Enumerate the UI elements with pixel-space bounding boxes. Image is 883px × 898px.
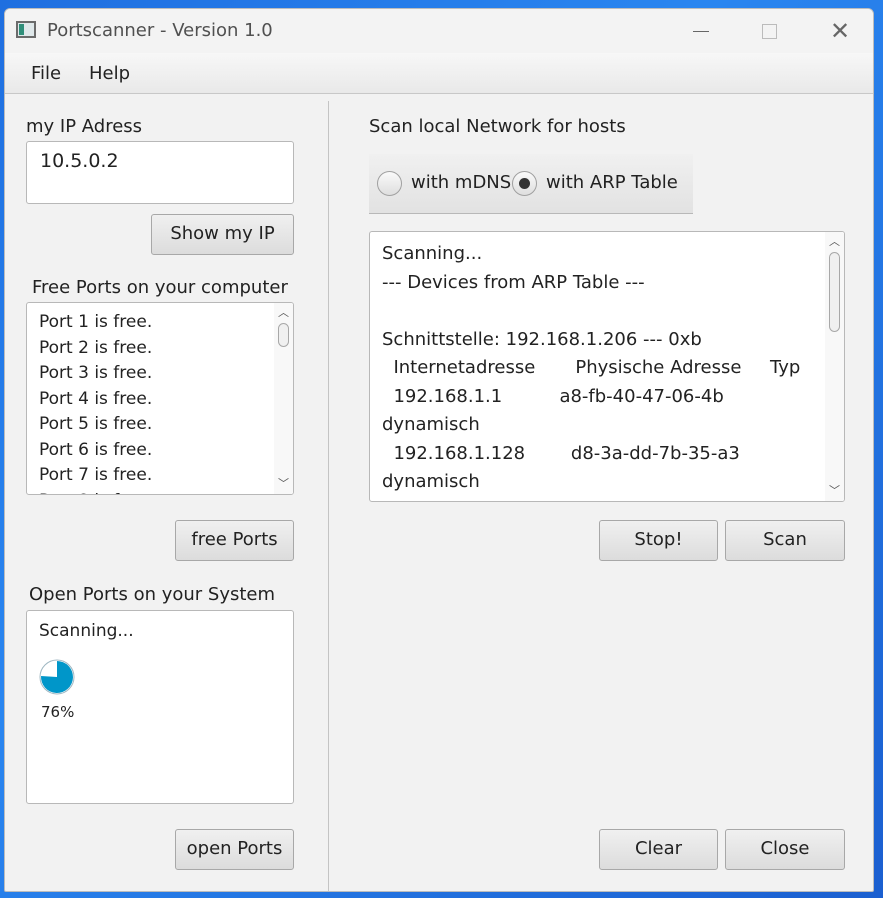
menu-bar: File Help [5, 53, 873, 94]
menu-file[interactable]: File [31, 63, 61, 84]
close-icon: ✕ [829, 17, 851, 45]
list-item[interactable]: Port 7 is free. [39, 463, 281, 489]
scan-output[interactable]: Scanning... --- Devices from ARP Table --… [369, 231, 845, 502]
scan-button[interactable]: Scan [725, 520, 845, 561]
show-ip-button[interactable]: Show my IP [151, 214, 294, 255]
list-item[interactable]: Port 3 is free. [39, 361, 281, 387]
close-window-button[interactable]: ✕ [820, 17, 860, 45]
output-line: 192.168.1.1 a8-fb-40-47-06-4b [382, 385, 724, 407]
free-ports-list[interactable]: Port 1 is free. Port 2 is free. Port 3 is … [26, 302, 294, 495]
open-ports-label: Open Ports on your System [29, 584, 276, 605]
close-button[interactable]: Close [725, 829, 845, 870]
scroll-thumb[interactable] [829, 252, 840, 332]
scan-output-lines: Scanning... --- Devices from ARP Table --… [370, 232, 844, 497]
output-line: Scanning... [382, 243, 483, 264]
list-item[interactable]: Port 5 is free. [39, 412, 281, 438]
minimize-button[interactable] [681, 17, 721, 45]
radio-selected-dot [519, 178, 530, 189]
open-ports-status: Scanning... [39, 621, 134, 641]
output-line: Internetadresse Physische Adresse Typ [382, 357, 801, 378]
radio-mdns-label[interactable]: with mDNS [411, 172, 511, 193]
free-ports-button[interactable]: free Ports [175, 520, 294, 561]
scan-output-scrollbar[interactable]: ︿ ﹀ [825, 232, 844, 501]
app-icon [16, 21, 36, 38]
output-line: 192.168.1.128 d8-3a-dd-7b-35-a3 [382, 442, 740, 464]
maximize-icon [762, 24, 777, 39]
scroll-down-icon[interactable]: ﹀ [825, 483, 844, 499]
progress-text: 76% [41, 703, 75, 721]
panel-divider [328, 101, 329, 891]
radio-mdns[interactable] [377, 171, 402, 196]
list-item[interactable]: Port 4 is free. [39, 387, 281, 413]
list-item[interactable]: Port 1 is free. [39, 310, 281, 336]
progress-pie [39, 659, 75, 695]
menu-help[interactable]: Help [89, 63, 130, 84]
minimize-icon [693, 31, 709, 32]
scan-method-group: with mDNS with ARP Table [369, 154, 693, 214]
radio-arp-label[interactable]: with ARP Table [546, 172, 678, 193]
stop-button[interactable]: Stop! [599, 520, 718, 561]
ip-field[interactable]: 10.5.0.2 [26, 141, 294, 204]
scroll-up-icon[interactable]: ︿ [274, 305, 293, 321]
output-line: dynamisch [382, 471, 480, 492]
progress-indicator [39, 659, 75, 695]
list-item[interactable]: Port 8 is free. [39, 489, 281, 495]
maximize-button[interactable] [749, 17, 789, 45]
title-bar[interactable]: Portscanner - Version 1.0 ✕ [5, 9, 873, 53]
window-title: Portscanner - Version 1.0 [47, 20, 273, 41]
scroll-thumb[interactable] [278, 323, 289, 347]
output-line: dynamisch [382, 414, 480, 435]
list-item[interactable]: Port 6 is free. [39, 438, 281, 464]
free-ports-label: Free Ports on your computer [32, 277, 288, 298]
scroll-down-icon[interactable]: ﹀ [274, 476, 293, 492]
ip-label: my IP Adress [26, 116, 143, 137]
open-ports-area[interactable]: Scanning... 76% [26, 610, 294, 804]
app-window: Portscanner - Version 1.0 ✕ File Help my… [4, 8, 874, 892]
clear-button[interactable]: Clear [599, 829, 718, 870]
free-ports-items: Port 1 is free. Port 2 is free. Port 3 is … [27, 303, 293, 495]
list-item[interactable]: Port 2 is free. [39, 336, 281, 362]
output-line: --- Devices from ARP Table --- [382, 271, 645, 293]
output-line: Schnittstelle: 192.168.1.206 --- 0xb [382, 328, 702, 350]
scroll-up-icon[interactable]: ︿ [825, 234, 844, 250]
scan-label: Scan local Network for hosts [369, 116, 626, 137]
open-ports-button[interactable]: open Ports [175, 829, 294, 870]
free-ports-scrollbar[interactable]: ︿ ﹀ [274, 303, 293, 494]
radio-arp[interactable] [512, 171, 537, 196]
